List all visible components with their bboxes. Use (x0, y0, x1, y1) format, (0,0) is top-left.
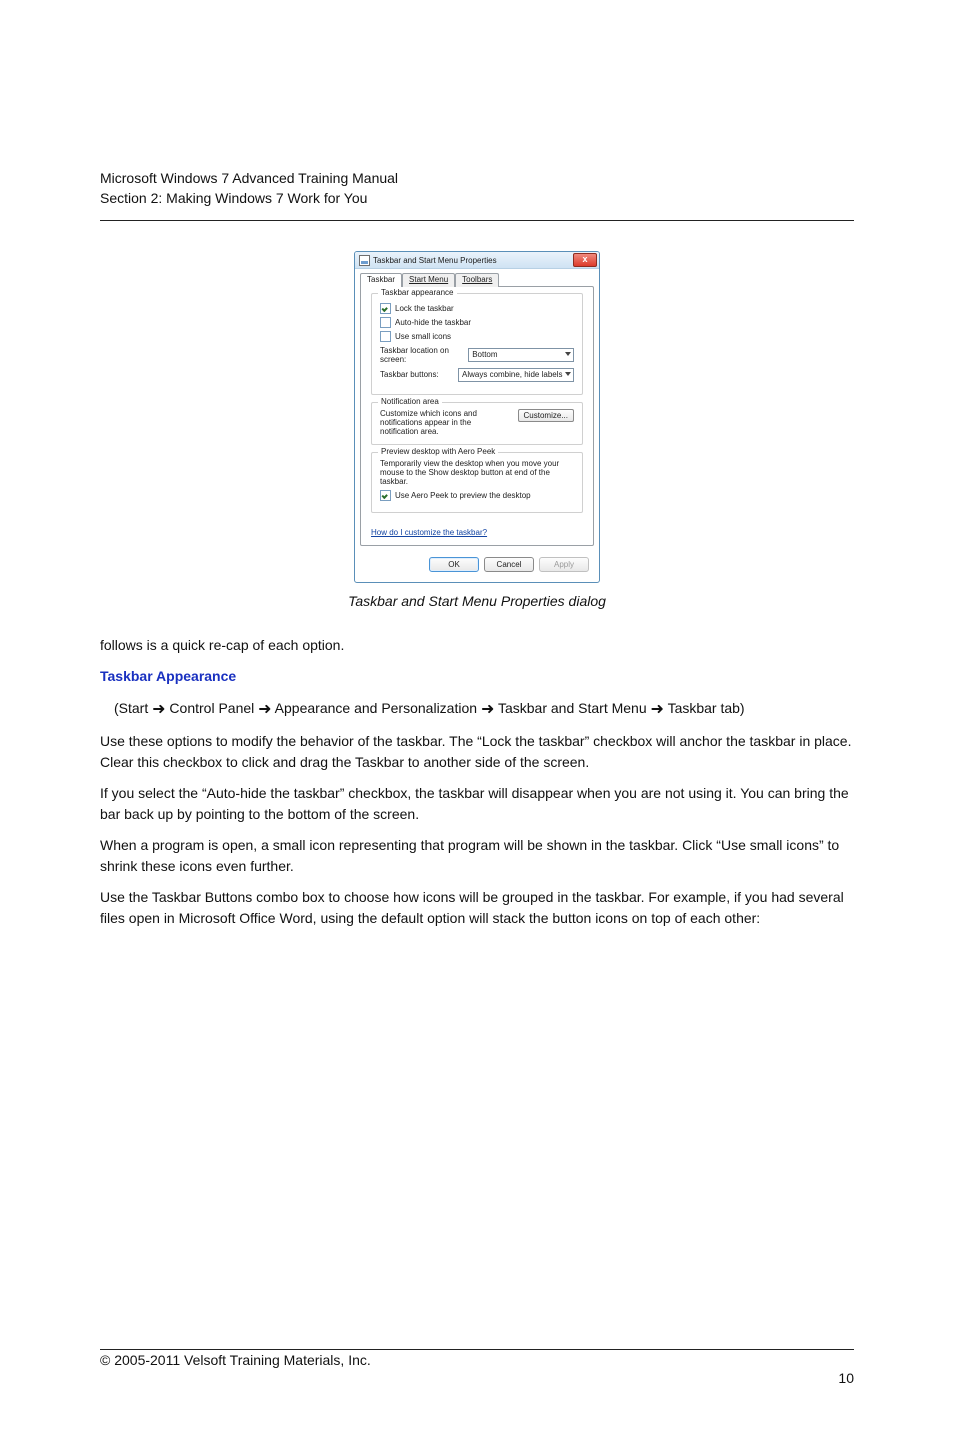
figure-caption: Taskbar and Start Menu Properties dialog (100, 593, 854, 609)
group-aero-peek: Preview desktop with Aero Peek Temporari… (371, 452, 583, 513)
paragraph-buttons-combo: Use the Taskbar Buttons combo box to cho… (100, 887, 854, 929)
peek-text: Temporarily view the desktop when you mo… (380, 459, 574, 486)
heading-taskbar-appearance-text: Taskbar Appearance (100, 668, 236, 684)
dialog-title: Taskbar and Start Menu Properties (373, 256, 497, 265)
footer-divider (100, 1349, 854, 1350)
window-icon (359, 255, 370, 266)
path-controlpanel: Control Panel (169, 700, 258, 716)
page-title-line1: Microsoft Windows 7 Advanced Training Ma… (100, 170, 854, 186)
close-icon[interactable]: x (573, 253, 597, 267)
help-link-customize-taskbar[interactable]: How do I customize the taskbar? (371, 528, 487, 537)
cancel-button[interactable]: Cancel (484, 557, 534, 572)
checkbox-small-icons[interactable] (380, 331, 391, 342)
right-arrow-icon: ➜ (152, 701, 165, 718)
tab-startmenu[interactable]: Start Menu (402, 273, 455, 287)
checkbox-autohide[interactable] (380, 317, 391, 328)
path-tab: Taskbar tab) (668, 700, 745, 716)
chevron-down-icon (565, 352, 571, 356)
apply-button: Apply (539, 557, 589, 572)
customize-button[interactable]: Customize... (518, 409, 574, 422)
paragraph-intro: follows is a quick re-cap of each option… (100, 635, 854, 656)
path-appearance: Appearance and Personalization (275, 700, 481, 716)
header-divider (100, 220, 854, 221)
footer-copyright: © 2005-2011 Velsoft Training Materials, … (100, 1352, 854, 1368)
control-panel-path: (Start ➜ Control Panel ➜ Appearance and … (114, 697, 854, 721)
group-taskbar-appearance: Taskbar appearance Lock the taskbar Auto… (371, 293, 583, 395)
paragraph-small-icons: When a program is open, a small icon rep… (100, 835, 854, 877)
chevron-down-icon (565, 372, 571, 376)
right-arrow-icon: ➜ (651, 701, 664, 718)
label-lock-taskbar: Lock the taskbar (395, 304, 454, 313)
path-taskbarmenu: Taskbar and Start Menu (498, 700, 651, 716)
combo-taskbar-location[interactable]: Bottom (468, 348, 574, 362)
label-taskbar-buttons: Taskbar buttons: (380, 370, 439, 379)
checkbox-lock-taskbar[interactable] (380, 303, 391, 314)
section-heading-taskbar-appearance: Taskbar Appearance (100, 666, 854, 687)
ok-button[interactable]: OK (429, 557, 479, 572)
group-notification-area: Notification area Customize which icons … (371, 402, 583, 445)
label-aero-peek: Use Aero Peek to preview the desktop (395, 491, 531, 500)
tab-toolbars[interactable]: Toolbars (455, 273, 499, 287)
label-taskbar-location: Taskbar location on screen: (380, 346, 468, 364)
paragraph-lock-taskbar: Use these options to modify the behavior… (100, 731, 854, 773)
combo-taskbar-buttons[interactable]: Always combine, hide labels (458, 368, 574, 382)
notification-text: Customize which icons and notifications … (380, 409, 512, 436)
combo-location-value: Bottom (472, 350, 497, 359)
dialog-titlebar: Taskbar and Start Menu Properties x (355, 252, 599, 269)
checkbox-aero-peek[interactable] (380, 490, 391, 501)
tab-taskbar[interactable]: Taskbar (360, 273, 402, 287)
label-small-icons: Use small icons (395, 332, 451, 341)
dialog-button-row: OK Cancel Apply (355, 551, 599, 582)
properties-dialog: Taskbar and Start Menu Properties x Task… (354, 251, 600, 583)
tab-body: Taskbar appearance Lock the taskbar Auto… (360, 286, 594, 546)
figure-wrapper: Taskbar and Start Menu Properties x Task… (100, 251, 854, 583)
paragraph-autohide: If you select the “Auto-hide the taskbar… (100, 783, 854, 825)
tab-strip: Taskbar Start Menu Toolbars (360, 272, 599, 286)
label-autohide: Auto-hide the taskbar (395, 318, 471, 327)
page-title-line2: Section 2: Making Windows 7 Work for You (100, 190, 854, 206)
group-peek-title: Preview desktop with Aero Peek (378, 447, 498, 456)
combo-buttons-value: Always combine, hide labels (462, 370, 563, 379)
group-notification-title: Notification area (378, 397, 442, 406)
right-arrow-icon: ➜ (481, 701, 494, 718)
path-start: (Start (114, 700, 152, 716)
page-number: 10 (100, 1370, 854, 1386)
right-arrow-icon: ➜ (258, 701, 271, 718)
group-appearance-title: Taskbar appearance (378, 288, 457, 297)
